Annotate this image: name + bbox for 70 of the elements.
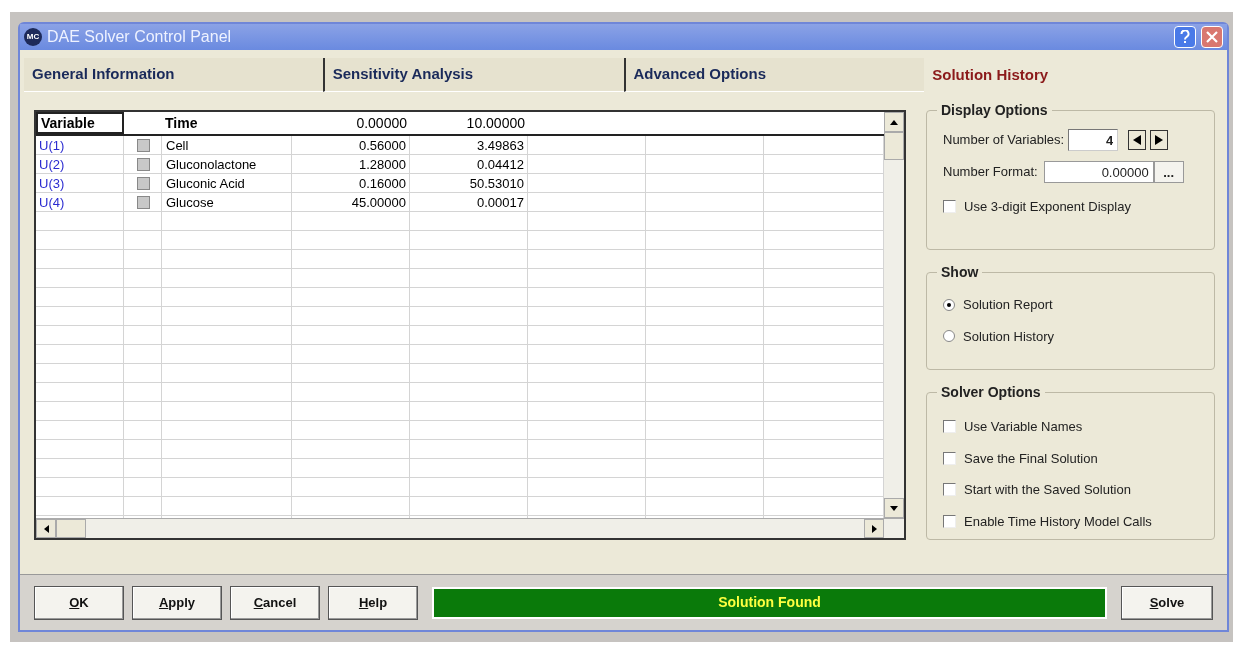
checkbox-label: Use 3-digit Exponent Display bbox=[964, 198, 1131, 216]
field-label: Number Format: bbox=[943, 163, 1038, 182]
left-arrow-icon bbox=[1133, 135, 1142, 145]
variable-label: U(4) bbox=[39, 193, 65, 212]
checkbox[interactable] bbox=[943, 451, 956, 465]
increment-button[interactable] bbox=[1150, 130, 1169, 150]
dialog-button[interactable]: OK bbox=[34, 585, 124, 620]
checkbox-label: Save the Final Solution bbox=[964, 449, 1098, 468]
checkbox-label: Use Variable Names bbox=[964, 418, 1083, 436]
question-icon bbox=[1180, 30, 1190, 44]
app-logo: MC bbox=[24, 28, 42, 46]
status-text: Solution Found bbox=[718, 593, 821, 612]
table-cell-text: 0.00017 bbox=[477, 193, 524, 212]
browse-button[interactable]: ... bbox=[1153, 161, 1184, 183]
column-header: Variable bbox=[36, 112, 124, 134]
up-arrow-icon bbox=[890, 119, 898, 125]
table-cell-text: 3.49863 bbox=[477, 136, 524, 155]
dialog-button[interactable]: Cancel bbox=[230, 585, 320, 620]
table-cell-text: 0.16000 bbox=[359, 174, 406, 193]
dialog-button[interactable]: Help bbox=[328, 585, 418, 620]
scroll-thumb[interactable] bbox=[56, 519, 86, 538]
field-label: Number of Variables: bbox=[943, 131, 1065, 150]
scroll-thumb[interactable] bbox=[884, 132, 904, 160]
variable-label: U(2) bbox=[39, 155, 65, 174]
row-toggle[interactable] bbox=[136, 196, 150, 209]
column-header: Time bbox=[164, 113, 199, 133]
close-button[interactable] bbox=[1201, 26, 1223, 48]
radio-button[interactable] bbox=[943, 298, 955, 311]
table-cell-text: Glucose bbox=[166, 193, 214, 212]
column-header: 0.00000 bbox=[355, 113, 408, 133]
row-toggle[interactable] bbox=[136, 139, 150, 152]
window-title: DAE Solver Control Panel bbox=[47, 27, 233, 47]
table-cell-text: 0.56000 bbox=[359, 136, 406, 155]
number-of-variables-field[interactable]: 4 bbox=[1068, 129, 1119, 151]
checkbox[interactable] bbox=[943, 483, 956, 497]
left-arrow-icon bbox=[43, 524, 49, 533]
dialog-button[interactable]: Apply bbox=[132, 585, 222, 620]
checkbox-label: Start with the Saved Solution bbox=[964, 481, 1131, 499]
radio-label: Solution Report bbox=[963, 296, 1053, 314]
help-button[interactable] bbox=[1174, 26, 1196, 48]
checkbox[interactable] bbox=[943, 200, 956, 214]
table-cell-text: 50.53010 bbox=[469, 174, 524, 193]
radio-label: Solution History bbox=[963, 327, 1055, 346]
row-toggle[interactable] bbox=[136, 158, 150, 171]
close-icon bbox=[1206, 31, 1218, 43]
table-cell-text: 1.28000 bbox=[359, 155, 406, 174]
right-arrow-icon bbox=[871, 524, 877, 533]
solve-button[interactable]: Solve bbox=[1121, 585, 1213, 620]
vertical-scrollbar[interactable] bbox=[884, 112, 904, 518]
table-cell-text: Cell bbox=[166, 136, 189, 155]
checkbox[interactable] bbox=[943, 514, 956, 528]
tab[interactable]: Advanced Options bbox=[623, 58, 925, 92]
number-format-field[interactable]: 0.00000 bbox=[1043, 161, 1154, 183]
variable-label: U(3) bbox=[39, 174, 65, 193]
tab[interactable]: General Information bbox=[24, 58, 323, 92]
table-cell-text: 45.00000 bbox=[351, 193, 406, 212]
down-arrow-icon bbox=[890, 505, 898, 511]
row-toggle[interactable] bbox=[136, 177, 150, 190]
checkbox-label: Enable Time History Model Calls bbox=[964, 512, 1152, 531]
table-cell-text: Gluconic Acid bbox=[166, 174, 245, 193]
tab[interactable]: Sensitivity Analysis bbox=[322, 58, 624, 92]
checkbox[interactable] bbox=[943, 420, 956, 434]
decrement-button[interactable] bbox=[1128, 130, 1147, 150]
variable-label: U(1) bbox=[39, 136, 65, 155]
radio-button[interactable] bbox=[943, 330, 955, 343]
column-header: 10.00000 bbox=[465, 113, 526, 133]
horizontal-scrollbar[interactable] bbox=[36, 518, 904, 538]
table-cell-text: 0.04412 bbox=[477, 155, 524, 174]
table-cell-text: Gluconolactone bbox=[166, 155, 257, 174]
right-arrow-icon bbox=[1155, 135, 1164, 145]
